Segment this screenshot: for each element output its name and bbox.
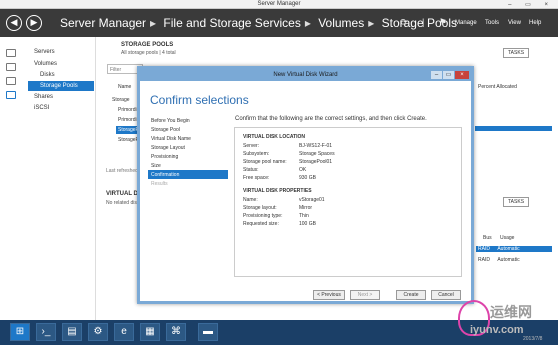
cmd-icon[interactable]: ▬	[198, 323, 218, 341]
step-confirmation[interactable]: Confirmation	[148, 170, 228, 179]
table-row[interactable]: Primordi	[118, 107, 137, 113]
summary-row: Subsystem: Storage Spaces	[243, 151, 335, 157]
column-percent-allocated[interactable]: Percent Allocated	[478, 84, 517, 90]
summary-row: Storage pool name: StoragePool01	[243, 159, 333, 165]
step-storage-layout[interactable]: Storage Layout	[148, 143, 228, 152]
group-header[interactable]: Storage	[112, 97, 130, 103]
create-button[interactable]: Create	[396, 290, 426, 300]
summary-row: Server: BJ-WS12-F-01	[243, 143, 333, 149]
watermark-text: 运维网	[490, 304, 532, 320]
nav-item-iscsi[interactable]: iSCSI	[34, 105, 49, 111]
wizard-heading: Confirm selections	[150, 93, 249, 107]
nav-item-servers[interactable]: Servers	[34, 49, 55, 55]
servers-icon[interactable]	[6, 77, 16, 85]
control-panel-icon[interactable]: ⚙	[88, 323, 108, 341]
back-button[interactable]: ◀	[6, 15, 22, 31]
storage-pools-tasks-button[interactable]: TASKS	[503, 48, 530, 58]
percent-allocated-bar	[475, 126, 552, 131]
properties-section-title: VIRTUAL DISK PROPERTIES	[243, 188, 312, 194]
confirmation-summary: VIRTUAL DISK LOCATION Server: BJ-WS12-F-0…	[234, 127, 462, 277]
table-row[interactable]: StorageP	[118, 137, 139, 143]
virtual-disks-subtitle: No related disk	[106, 200, 140, 206]
step-storage-pool[interactable]: Storage Pool	[148, 125, 228, 134]
start-button[interactable]: ⊞	[10, 323, 30, 341]
summary-row: Status: OK	[243, 167, 307, 173]
table-row[interactable]: Primordi	[118, 117, 137, 123]
menu-view[interactable]: View	[508, 20, 521, 26]
dashboard-icon[interactable]	[6, 49, 16, 57]
network-icon[interactable]: ⌘	[166, 323, 186, 341]
forward-button[interactable]: ▶	[26, 15, 42, 31]
powershell-icon[interactable]: ›_	[36, 323, 56, 341]
step-before-you-begin[interactable]: Before You Begin	[148, 116, 228, 125]
window-controls[interactable]: – ▭ ×	[508, 1, 554, 8]
next-button[interactable]: Next >	[350, 290, 380, 300]
previous-button[interactable]: < Previous	[313, 290, 345, 300]
disk-bus: RAID	[478, 246, 490, 252]
summary-row: Requested size: 100 GB	[243, 221, 316, 227]
breadcrumb-item[interactable]: Server Manager	[60, 16, 146, 30]
nav-item-disks[interactable]: Disks	[40, 72, 55, 78]
column-bus[interactable]: Bus	[483, 235, 492, 241]
taskbar-clock: 2013/7/8	[523, 336, 543, 342]
disk-usage: Automatic	[497, 257, 520, 263]
disk-bus: RAID	[478, 257, 490, 263]
new-virtual-disk-wizard: New Virtual Disk Wizard – ▭ × Confirm sele…	[137, 66, 474, 304]
last-refreshed: Last refreshed	[106, 168, 138, 174]
step-results: Results	[151, 181, 168, 187]
storage-pools-subtitle: All storage pools | 4 total	[121, 50, 176, 56]
cancel-button[interactable]: Cancel	[431, 290, 461, 300]
watermark-site: iyunv.com	[470, 324, 524, 336]
nav-item-shares[interactable]: Shares	[34, 94, 53, 100]
nav-item-volumes[interactable]: Volumes	[34, 61, 57, 67]
window-titlebar: Server Manager – ▭ ×	[0, 0, 558, 9]
summary-row: Storage layout: Mirror	[243, 205, 313, 211]
wizard-steps: Before You Begin Storage Pool Virtual Di…	[148, 116, 228, 188]
step-provisioning[interactable]: Provisioning	[148, 152, 228, 161]
column-usage[interactable]: Usage	[500, 235, 514, 241]
disk-row-selected[interactable]: RAID Automatic	[476, 246, 552, 252]
menu-manage[interactable]: Manage	[455, 20, 477, 26]
explorer-icon[interactable]: ▤	[62, 323, 82, 341]
breadcrumb: Server Manager ▸ File and Storage Service…	[60, 16, 457, 30]
refresh-icon[interactable]: ⟳ | ⚑	[400, 17, 453, 28]
app-header: ◀ ▶ Server Manager ▸ File and Storage Ser…	[0, 9, 558, 37]
close-icon[interactable]: ×	[455, 71, 469, 79]
step-size[interactable]: Size	[148, 161, 228, 170]
menu-tools[interactable]: Tools	[485, 20, 499, 26]
step-virtual-disk-name[interactable]: Virtual Disk Name	[148, 134, 228, 143]
nav-rail	[0, 37, 28, 320]
internet-explorer-icon[interactable]: e	[114, 323, 134, 341]
minimize-icon[interactable]: –	[431, 71, 442, 79]
disk-usage: Automatic	[497, 246, 520, 252]
wizard-title: New Virtual Disk Wizard	[140, 69, 471, 81]
location-section-title: VIRTUAL DISK LOCATION	[243, 134, 306, 140]
maximize-icon[interactable]: ▭	[443, 71, 454, 79]
server-manager-icon[interactable]: ▦	[140, 323, 160, 341]
disks-tasks-button[interactable]: TASKS	[503, 197, 530, 207]
breadcrumb-item[interactable]: Volumes	[318, 16, 364, 30]
summary-row: Free space: 930 GB	[243, 175, 316, 181]
column-name[interactable]: Name	[118, 84, 131, 90]
disk-row[interactable]: RAID Automatic	[476, 257, 520, 263]
wizard-window-controls: – ▭ ×	[430, 71, 469, 79]
window-title: Server Manager	[257, 1, 301, 7]
menu-help[interactable]: Help	[529, 20, 541, 26]
summary-row: Name: vStorage01	[243, 197, 325, 203]
summary-row: Provisioning type: Thin	[243, 213, 309, 219]
storage-icon[interactable]	[6, 91, 16, 99]
nav-item-storage-pools[interactable]: Storage Pools	[28, 81, 94, 91]
server-icon[interactable]	[6, 63, 16, 71]
wizard-lead-text: Confirm that the following are the corre…	[235, 116, 427, 122]
breadcrumb-item[interactable]: File and Storage Services	[163, 16, 300, 30]
storage-pools-title: STORAGE POOLS	[121, 42, 174, 48]
